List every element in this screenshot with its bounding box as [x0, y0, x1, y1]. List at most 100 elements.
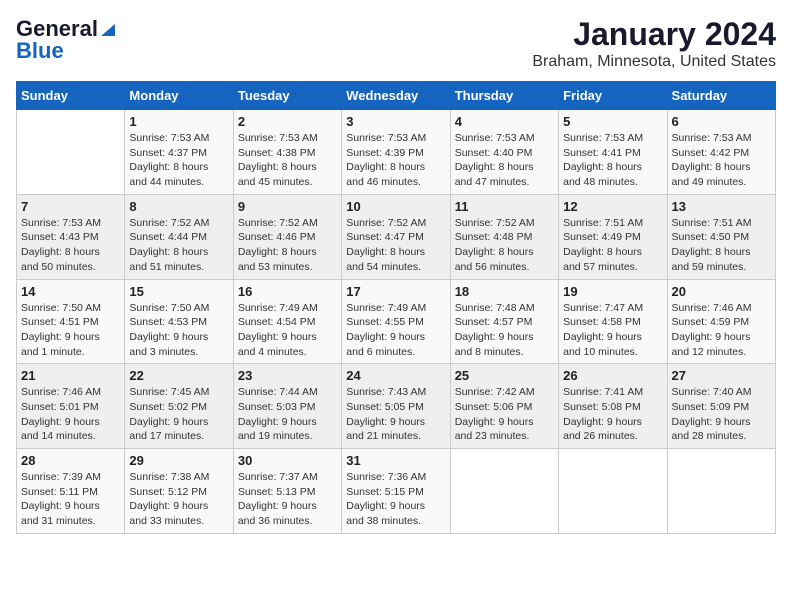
day-info: Sunrise: 7:50 AMSunset: 4:53 PMDaylight:…: [129, 301, 228, 360]
day-number: 26: [563, 368, 662, 383]
calendar-cell: 13Sunrise: 7:51 AMSunset: 4:50 PMDayligh…: [667, 194, 775, 279]
calendar-cell: 8 Sunrise: 7:52 AMSunset: 4:44 PMDaylight…: [125, 194, 233, 279]
page-subtitle: Braham, Minnesota, United States: [532, 53, 776, 71]
day-info: Sunrise: 7:51 AMSunset: 4:49 PMDaylight:…: [563, 216, 662, 275]
calendar-cell: 11 Sunrise: 7:52 AMSunset: 4:48 PMDayligh…: [450, 194, 558, 279]
day-info: Sunrise: 7:52 AMSunset: 4:48 PMDaylight:…: [455, 216, 554, 275]
calendar-header-row: SundayMondayTuesdayWednesdayThursdayFrid…: [17, 82, 776, 110]
calendar-cell: 17Sunrise: 7:49 AMSunset: 4:55 PMDayligh…: [342, 279, 450, 364]
calendar-cell: 22 Sunrise: 7:45 AMSunset: 5:02 PMDayligh…: [125, 364, 233, 449]
day-info: Sunrise: 7:39 AMSunset: 5:11 PMDaylight:…: [21, 470, 120, 529]
day-number: 27: [672, 368, 771, 383]
calendar-cell: 7 Sunrise: 7:53 AMSunset: 4:43 PMDaylight…: [17, 194, 125, 279]
day-number: 2: [238, 114, 337, 129]
calendar-cell: 23 Sunrise: 7:44 AMSunset: 5:03 PMDayligh…: [233, 364, 341, 449]
day-number: 12: [563, 199, 662, 214]
calendar-cell: 14Sunrise: 7:50 AMSunset: 4:51 PMDayligh…: [17, 279, 125, 364]
weekday-header-monday: Monday: [125, 82, 233, 110]
day-info: Sunrise: 7:52 AMSunset: 4:47 PMDaylight:…: [346, 216, 445, 275]
title-block: January 2024 Braham, Minnesota, United S…: [532, 16, 776, 71]
day-number: 22: [129, 368, 228, 383]
day-info: Sunrise: 7:53 AMSunset: 4:41 PMDaylight:…: [563, 131, 662, 190]
day-info: Sunrise: 7:40 AMSunset: 5:09 PMDaylight:…: [672, 385, 771, 444]
day-number: 23: [238, 368, 337, 383]
day-info: Sunrise: 7:50 AMSunset: 4:51 PMDaylight:…: [21, 301, 120, 360]
calendar-cell: [17, 110, 125, 195]
logo-arrow-icon: [99, 20, 117, 38]
page-header: General Blue January 2024 Braham, Minnes…: [16, 16, 776, 71]
day-number: 29: [129, 453, 228, 468]
weekday-header-wednesday: Wednesday: [342, 82, 450, 110]
logo: General Blue: [16, 16, 117, 64]
calendar-cell: 26 Sunrise: 7:41 AMSunset: 5:08 PMDayligh…: [559, 364, 667, 449]
calendar-cell: 31 Sunrise: 7:36 AMSunset: 5:15 PMDayligh…: [342, 449, 450, 534]
day-info: Sunrise: 7:46 AMSunset: 5:01 PMDaylight:…: [21, 385, 120, 444]
calendar-cell: 3 Sunrise: 7:53 AMSunset: 4:39 PMDaylight…: [342, 110, 450, 195]
weekday-header-friday: Friday: [559, 82, 667, 110]
calendar-cell: 16 Sunrise: 7:49 AMSunset: 4:54 PMDayligh…: [233, 279, 341, 364]
calendar-cell: 28 Sunrise: 7:39 AMSunset: 5:11 PMDayligh…: [17, 449, 125, 534]
calendar-cell: 6 Sunrise: 7:53 AMSunset: 4:42 PMDaylight…: [667, 110, 775, 195]
day-number: 16: [238, 284, 337, 299]
page-title: January 2024: [532, 16, 776, 53]
calendar-week-row: 21 Sunrise: 7:46 AMSunset: 5:01 PMDayligh…: [17, 364, 776, 449]
day-number: 31: [346, 453, 445, 468]
day-info: Sunrise: 7:44 AMSunset: 5:03 PMDaylight:…: [238, 385, 337, 444]
day-number: 25: [455, 368, 554, 383]
day-info: Sunrise: 7:53 AMSunset: 4:38 PMDaylight:…: [238, 131, 337, 190]
day-info: Sunrise: 7:47 AMSunset: 4:58 PMDaylight:…: [563, 301, 662, 360]
day-info: Sunrise: 7:52 AMSunset: 4:46 PMDaylight:…: [238, 216, 337, 275]
calendar-cell: 2 Sunrise: 7:53 AMSunset: 4:38 PMDaylight…: [233, 110, 341, 195]
day-info: Sunrise: 7:53 AMSunset: 4:37 PMDaylight:…: [129, 131, 228, 190]
day-info: Sunrise: 7:49 AMSunset: 4:54 PMDaylight:…: [238, 301, 337, 360]
weekday-header-thursday: Thursday: [450, 82, 558, 110]
calendar-cell: 29 Sunrise: 7:38 AMSunset: 5:12 PMDayligh…: [125, 449, 233, 534]
day-number: 8: [129, 199, 228, 214]
calendar-cell: 1 Sunrise: 7:53 AMSunset: 4:37 PMDaylight…: [125, 110, 233, 195]
calendar-cell: 15 Sunrise: 7:50 AMSunset: 4:53 PMDayligh…: [125, 279, 233, 364]
day-number: 11: [455, 199, 554, 214]
day-info: Sunrise: 7:48 AMSunset: 4:57 PMDaylight:…: [455, 301, 554, 360]
calendar-cell: 27 Sunrise: 7:40 AMSunset: 5:09 PMDayligh…: [667, 364, 775, 449]
weekday-header-saturday: Saturday: [667, 82, 775, 110]
day-number: 30: [238, 453, 337, 468]
weekday-header-sunday: Sunday: [17, 82, 125, 110]
day-info: Sunrise: 7:41 AMSunset: 5:08 PMDaylight:…: [563, 385, 662, 444]
calendar-cell: 21 Sunrise: 7:46 AMSunset: 5:01 PMDayligh…: [17, 364, 125, 449]
calendar-week-row: 7 Sunrise: 7:53 AMSunset: 4:43 PMDaylight…: [17, 194, 776, 279]
day-info: Sunrise: 7:45 AMSunset: 5:02 PMDaylight:…: [129, 385, 228, 444]
calendar-cell: [559, 449, 667, 534]
day-info: Sunrise: 7:49 AMSunset: 4:55 PMDaylight:…: [346, 301, 445, 360]
calendar-week-row: 28 Sunrise: 7:39 AMSunset: 5:11 PMDayligh…: [17, 449, 776, 534]
calendar-cell: 18Sunrise: 7:48 AMSunset: 4:57 PMDayligh…: [450, 279, 558, 364]
calendar-cell: 10Sunrise: 7:52 AMSunset: 4:47 PMDayligh…: [342, 194, 450, 279]
day-info: Sunrise: 7:37 AMSunset: 5:13 PMDaylight:…: [238, 470, 337, 529]
day-number: 24: [346, 368, 445, 383]
calendar-week-row: 1 Sunrise: 7:53 AMSunset: 4:37 PMDaylight…: [17, 110, 776, 195]
calendar-cell: 24 Sunrise: 7:43 AMSunset: 5:05 PMDayligh…: [342, 364, 450, 449]
day-number: 6: [672, 114, 771, 129]
day-number: 3: [346, 114, 445, 129]
day-number: 28: [21, 453, 120, 468]
day-info: Sunrise: 7:53 AMSunset: 4:42 PMDaylight:…: [672, 131, 771, 190]
day-info: Sunrise: 7:38 AMSunset: 5:12 PMDaylight:…: [129, 470, 228, 529]
day-info: Sunrise: 7:52 AMSunset: 4:44 PMDaylight:…: [129, 216, 228, 275]
day-number: 15: [129, 284, 228, 299]
day-number: 4: [455, 114, 554, 129]
day-info: Sunrise: 7:42 AMSunset: 5:06 PMDaylight:…: [455, 385, 554, 444]
calendar-cell: 30 Sunrise: 7:37 AMSunset: 5:13 PMDayligh…: [233, 449, 341, 534]
day-number: 1: [129, 114, 228, 129]
day-info: Sunrise: 7:46 AMSunset: 4:59 PMDaylight:…: [672, 301, 771, 360]
day-info: Sunrise: 7:36 AMSunset: 5:15 PMDaylight:…: [346, 470, 445, 529]
calendar-week-row: 14Sunrise: 7:50 AMSunset: 4:51 PMDayligh…: [17, 279, 776, 364]
calendar-cell: 12 Sunrise: 7:51 AMSunset: 4:49 PMDayligh…: [559, 194, 667, 279]
day-number: 7: [21, 199, 120, 214]
day-info: Sunrise: 7:53 AMSunset: 4:43 PMDaylight:…: [21, 216, 120, 275]
day-number: 21: [21, 368, 120, 383]
day-number: 19: [563, 284, 662, 299]
day-info: Sunrise: 7:51 AMSunset: 4:50 PMDaylight:…: [672, 216, 771, 275]
day-info: Sunrise: 7:43 AMSunset: 5:05 PMDaylight:…: [346, 385, 445, 444]
calendar-cell: [667, 449, 775, 534]
day-info: Sunrise: 7:53 AMSunset: 4:39 PMDaylight:…: [346, 131, 445, 190]
calendar-cell: 20Sunrise: 7:46 AMSunset: 4:59 PMDayligh…: [667, 279, 775, 364]
